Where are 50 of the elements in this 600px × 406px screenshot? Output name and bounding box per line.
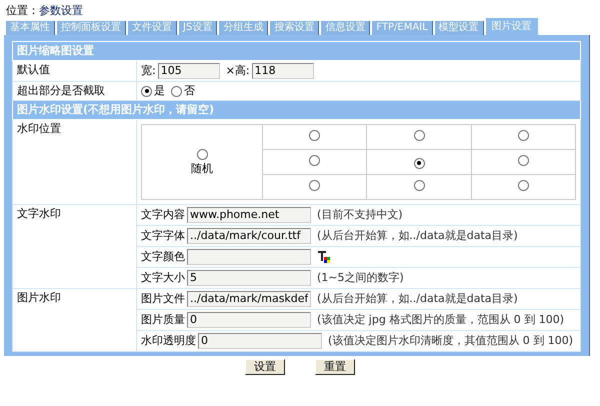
hint-text: (目前不支持中文) [317, 208, 403, 222]
field-label: 文字水印 [17, 207, 61, 220]
radio-button[interactable] [309, 154, 320, 166]
section-header: 图片水印设置(不想用图片水印，请留空) [12, 100, 580, 120]
option-label: 随机 [191, 162, 214, 176]
radio-button[interactable] [171, 86, 182, 96]
field-label: 文字大小 [141, 271, 185, 285]
section-header: 图片缩略图设置 [12, 42, 580, 60]
breadcrumb-label: 位置： [6, 3, 39, 18]
field-label: 文字颜色 [141, 250, 185, 264]
input-field[interactable]: 105 [158, 63, 220, 79]
field-label: 图片水印 [17, 291, 61, 304]
radio-button[interactable] [518, 154, 529, 166]
hint-text: (该值决定 jpg 格式图片的质量，范围从 0 到 100) [317, 313, 564, 327]
radio-button[interactable] [414, 158, 425, 168]
input-field[interactable]: 0 [198, 333, 322, 349]
field-label: 文字内容 [141, 208, 185, 222]
option-label: 是 [154, 84, 165, 98]
hint-text: (1~5之间的数字) [317, 271, 404, 285]
radio-button[interactable] [518, 180, 529, 190]
form-button[interactable]: 设置 [245, 359, 285, 375]
input-field[interactable]: 5 [187, 270, 311, 286]
radio-button[interactable] [196, 148, 208, 160]
input-field[interactable] [187, 249, 311, 265]
radio-button[interactable] [141, 86, 152, 96]
option-label: 否 [184, 84, 195, 98]
field-label: 超出部分是否截取 [17, 84, 105, 97]
input-field[interactable]: ../data/mark/cour.ttf [187, 228, 311, 244]
radio-button[interactable] [309, 130, 320, 140]
radio-button[interactable] [309, 180, 320, 190]
hint-text: (该值决定图片水印清晰度，其值范围从 0 到 100) [328, 334, 574, 348]
radio-button[interactable] [518, 130, 529, 140]
field-label: 水印透明度 [141, 334, 196, 348]
field-label: 图片文件 [141, 292, 185, 306]
input-field[interactable]: 0 [187, 312, 311, 328]
radio-button[interactable] [414, 130, 425, 140]
field-label: 水印位置 [17, 122, 61, 135]
field-label: 宽: [141, 64, 156, 78]
radio-button[interactable] [414, 180, 425, 190]
hint-text: (从后台开始算，如../data就是data目录) [317, 229, 518, 243]
form-button[interactable]: 重置 [315, 359, 355, 375]
input-field[interactable]: www.phome.net [187, 207, 311, 223]
input-field[interactable]: 118 [252, 63, 314, 79]
hint-text: (从后台开始算，如../data就是data目录) [317, 292, 518, 306]
color-picker-icon[interactable] [317, 250, 331, 264]
field-label: 图片质量 [141, 313, 185, 327]
field-label: 文字字体 [141, 229, 185, 243]
field-label: 默认值 [17, 63, 50, 76]
field-label: ×高: [226, 64, 250, 78]
breadcrumb-link[interactable]: 参数设置 [39, 3, 83, 18]
